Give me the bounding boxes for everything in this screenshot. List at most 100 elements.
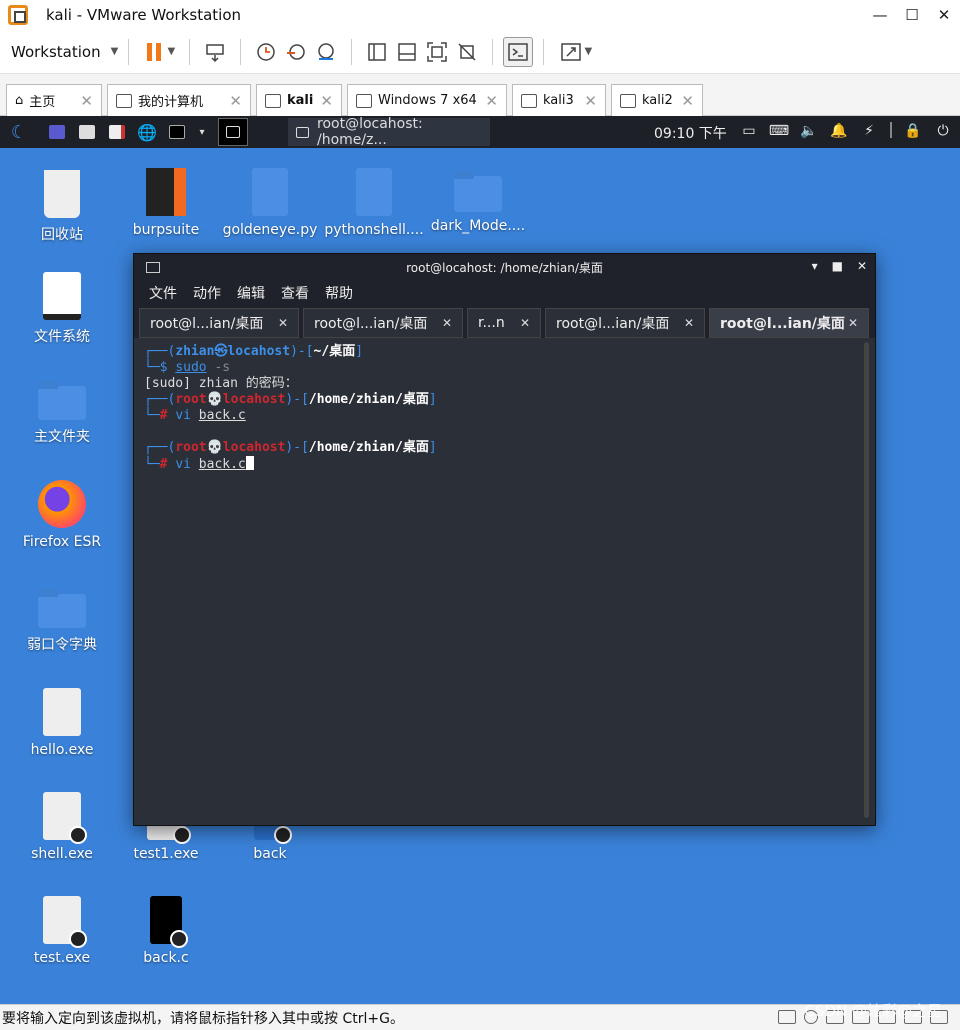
notification-bell-icon[interactable]: 🔔 — [830, 122, 848, 140]
snapshot-clock-icon — [257, 42, 276, 61]
revert-clock-icon — [287, 43, 306, 60]
desktop-icon-dark-mode[interactable]: dark_Mode.... — [426, 168, 530, 234]
close-icon[interactable]: ✕ — [320, 92, 333, 110]
desktop-icon-home[interactable]: 主文件夹 — [10, 376, 114, 446]
console-icon — [508, 42, 529, 61]
browser-icon[interactable]: 🌐 — [136, 122, 158, 142]
kali-top-panel: ☾ 🌐 ▾ root@locahost: /home/z... 09:10 下午… — [0, 116, 960, 148]
desktop-icon-burpsuite[interactable]: burpsuite — [114, 168, 218, 238]
terminal-launcher-icon[interactable] — [166, 122, 188, 142]
terminal-tab[interactable]: root@l...ian/桌面 ✕ — [139, 308, 299, 338]
terminal-output[interactable]: ┌──(zhian㉿locahost)-[~/桌面] └─$ sudo -s [… — [134, 338, 875, 825]
terminal-titlebar[interactable]: root@locahost: /home/zhian/桌面 ▾ ■ ✕ — [134, 254, 875, 280]
terminal-tab-active[interactable]: root@l...ian/桌面 ✕ — [709, 308, 869, 338]
tab-kali3[interactable]: kali3 ✕ — [512, 84, 606, 116]
unity-button[interactable] — [452, 37, 482, 67]
close-icon[interactable]: ✕ — [681, 92, 694, 110]
folder-icon — [454, 171, 502, 212]
desktop-icon-label: test1.exe — [133, 846, 199, 862]
stretch-guest-button[interactable]: ▼ — [554, 37, 598, 67]
revert-snapshot-button[interactable] — [281, 37, 311, 67]
desktop-icon-back-c[interactable]: back.c — [114, 896, 218, 966]
close-icon[interactable]: ✕ — [848, 316, 858, 330]
close-icon[interactable]: ✕ — [485, 92, 498, 110]
workspace-1-button[interactable] — [218, 118, 248, 146]
terminal-maximize-button[interactable]: ■ — [832, 259, 843, 273]
taskbar-terminal-window[interactable]: root@locahost: /home/z... — [288, 116, 490, 148]
terminal-close-button[interactable]: ✕ — [857, 259, 867, 273]
logout-icon[interactable]: ⏻ — [934, 122, 952, 140]
desktop-icon-test-exe[interactable]: test.exe — [10, 896, 114, 966]
menu-view[interactable]: 查看 — [281, 283, 309, 303]
chevron-down-icon[interactable]: ▾ — [196, 122, 208, 142]
power-manager-icon[interactable]: ⚡ — [860, 122, 878, 140]
close-icon[interactable]: ✕ — [80, 92, 93, 110]
terminal-tab[interactable]: root@l...ian/桌面 ✕ — [545, 308, 705, 338]
tab-kali2[interactable]: kali2 ✕ — [611, 84, 703, 116]
close-icon[interactable]: ✕ — [684, 316, 694, 330]
command-arg: -s — [214, 360, 231, 375]
watermark: CSDN @炫彩@之星 — [804, 1002, 942, 1020]
keyboard-icon[interactable]: ⌨ — [769, 122, 789, 140]
show-library-button[interactable] — [362, 37, 392, 67]
lock-icon[interactable]: 🔒 — [904, 122, 922, 140]
panel-clock[interactable]: 09:10 下午 — [654, 123, 727, 143]
menu-edit[interactable]: 编辑 — [237, 283, 265, 303]
menu-help[interactable]: 帮助 — [325, 283, 353, 303]
desktop-icon-label: goldeneye.py — [222, 222, 318, 238]
volume-icon[interactable]: 🔈 — [800, 122, 818, 140]
file-manager-icon[interactable] — [76, 122, 98, 142]
snapshot-manager-button[interactable] — [311, 37, 341, 67]
close-button[interactable]: ✕ — [928, 0, 960, 30]
terminal-line: ┌──(root💀locahost)-[/home/zhian/桌面] — [144, 392, 437, 407]
tab-my-computer[interactable]: 我的计算机 ✕ — [107, 84, 251, 116]
display-icon[interactable]: ▭ — [740, 122, 758, 140]
terminal-minimize-button[interactable]: ▾ — [812, 259, 818, 273]
close-icon[interactable]: ✕ — [520, 316, 530, 330]
tab-windows7[interactable]: Windows 7 x64 ✕ — [347, 84, 507, 116]
c-source-file-icon — [150, 896, 188, 948]
toolbar-divider — [492, 38, 494, 65]
tab-home[interactable]: ⌂ 主页 ✕ — [6, 84, 102, 116]
command-arg: back.c — [198, 408, 246, 423]
terminal-tab[interactable]: r...n ✕ — [467, 308, 541, 338]
tab-kali[interactable]: kali ✕ — [256, 84, 342, 116]
workstation-menu[interactable]: Workstation ▼ — [11, 43, 118, 61]
close-icon[interactable]: ✕ — [442, 316, 452, 330]
send-ctrl-alt-del-button[interactable] — [200, 37, 230, 67]
menu-actions[interactable]: 动作 — [193, 283, 221, 303]
terminal-line: └─$ sudo -s — [144, 360, 231, 375]
full-screen-button[interactable] — [422, 37, 452, 67]
terminal-tab[interactable]: root@l...ian/桌面 ✕ — [303, 308, 463, 338]
desktop-icon-weak-password-dict[interactable]: 弱口令字典 — [10, 584, 114, 654]
desktop-icon-shell-exe[interactable]: shell.exe — [10, 792, 114, 862]
show-desktop-icon[interactable] — [46, 122, 68, 142]
terminal-icon — [226, 126, 240, 138]
snapshot-button[interactable] — [251, 37, 281, 67]
terminal-tab-label: r...n — [478, 315, 505, 331]
menu-file[interactable]: 文件 — [149, 283, 177, 303]
close-icon[interactable]: ✕ — [584, 92, 597, 110]
folder-icon — [38, 589, 86, 628]
chevron-down-icon: ▼ — [584, 46, 593, 57]
terminal-window[interactable]: root@locahost: /home/zhian/桌面 ▾ ■ ✕ 文件 动… — [133, 253, 876, 826]
desktop-icon-trash[interactable]: 回收站 — [10, 168, 114, 244]
text-editor-icon[interactable] — [106, 122, 128, 142]
close-icon[interactable]: ✕ — [278, 316, 288, 330]
close-icon[interactable]: ✕ — [229, 92, 242, 110]
desktop-icon-pythonshell[interactable]: pythonshell.... — [322, 168, 426, 238]
terminal-scrollbar[interactable] — [864, 342, 869, 818]
pause-button[interactable]: ▼ — [139, 37, 179, 67]
terminal-tab-label: root@l...ian/桌面 — [556, 316, 670, 332]
thumbnail-bar-button[interactable] — [392, 37, 422, 67]
hard-disk-icon[interactable] — [778, 1010, 796, 1024]
console-view-button[interactable] — [503, 36, 534, 67]
desktop-icon-hello-exe[interactable]: hello.exe — [10, 688, 114, 758]
desktop-icon-filesystem[interactable]: 文件系统 — [10, 272, 114, 346]
desktop-icon-firefox[interactable]: Firefox ESR — [10, 480, 114, 550]
maximize-button[interactable]: ☐ — [896, 0, 928, 30]
minimize-button[interactable]: — — [864, 0, 896, 30]
desktop-icon-goldeneye[interactable]: goldeneye.py — [218, 168, 322, 238]
kali-menu-icon[interactable]: ☾ — [8, 122, 30, 143]
